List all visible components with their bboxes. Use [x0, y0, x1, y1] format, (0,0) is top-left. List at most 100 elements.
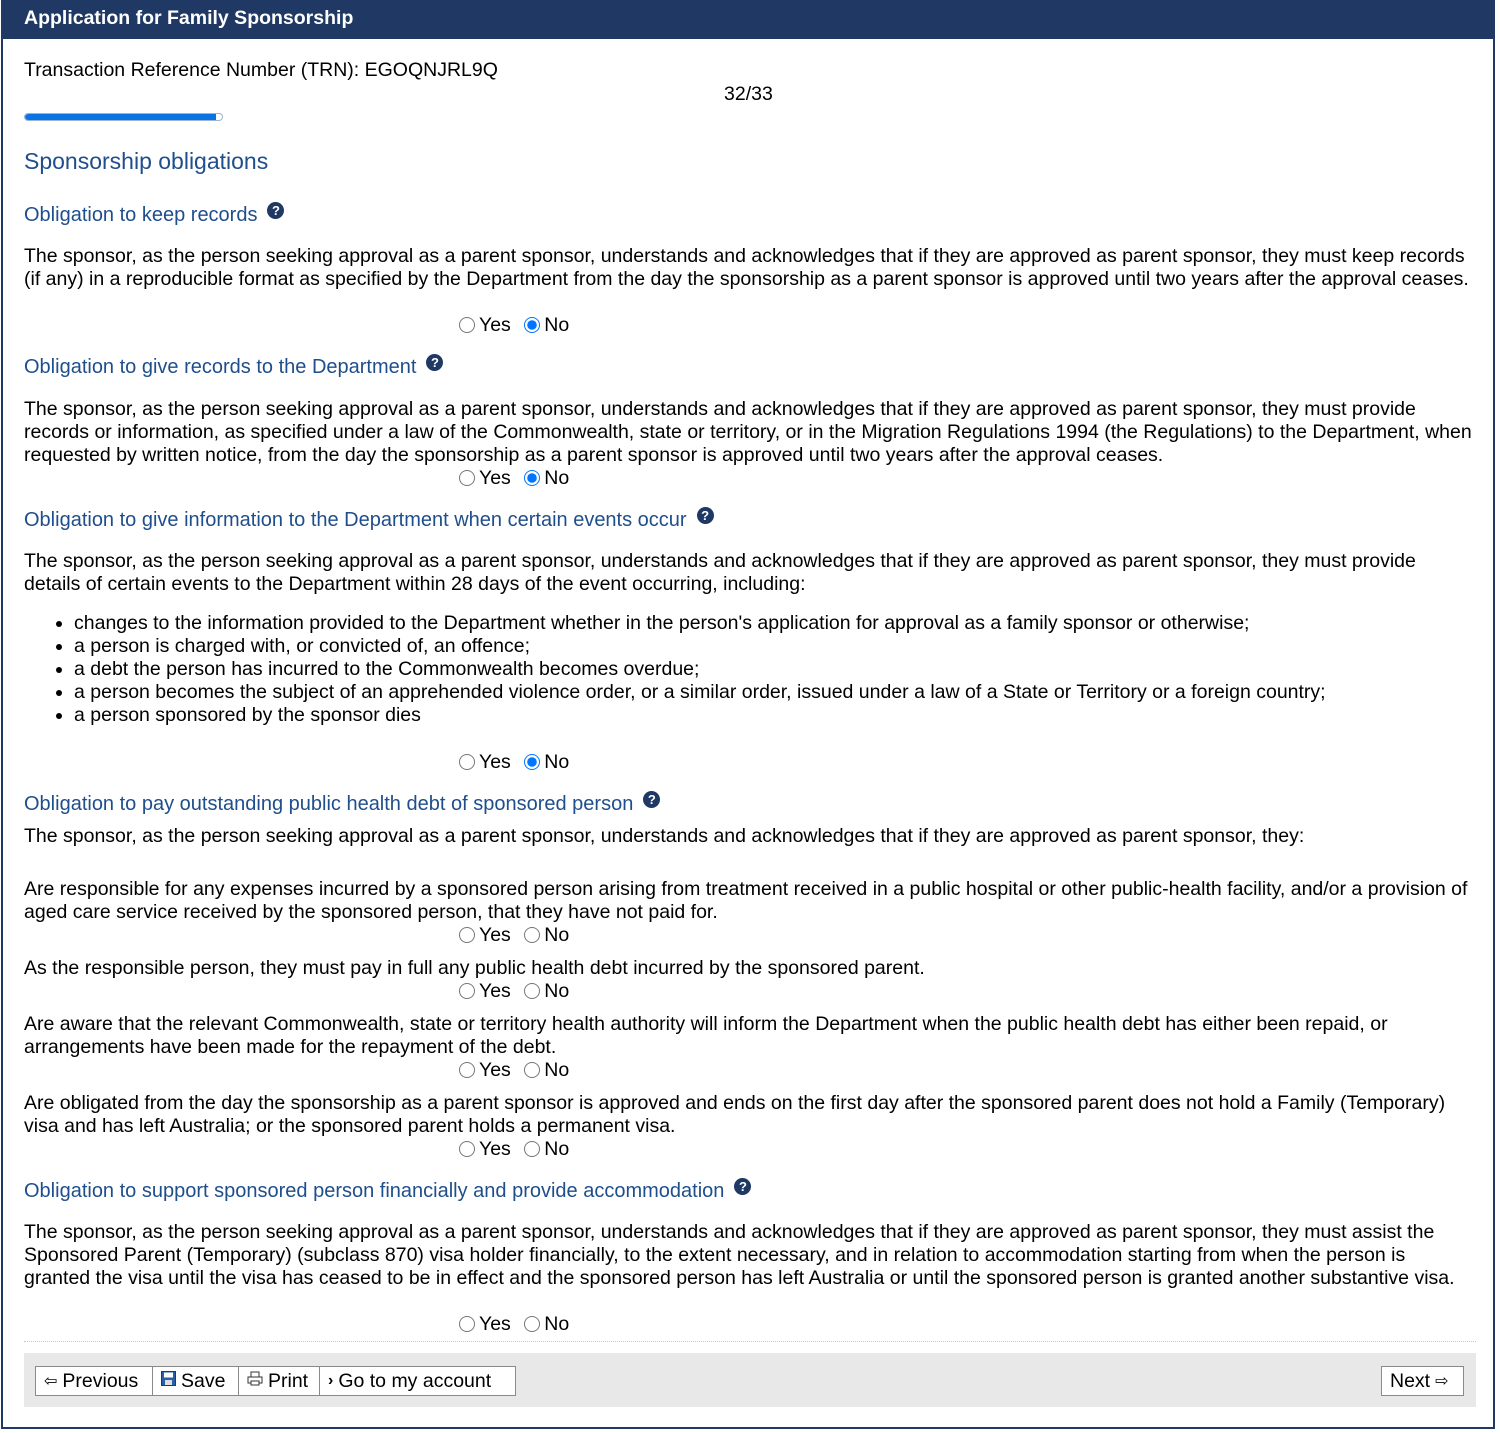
- radio-input[interactable]: [524, 1141, 541, 1157]
- radio-group-give-records: Yes No: [459, 467, 577, 491]
- radio-yes-health-debt-1[interactable]: Yes: [459, 924, 511, 946]
- heading-give-records-text: Obligation to give records to the Depart…: [24, 356, 417, 378]
- radio-input[interactable]: [524, 983, 541, 999]
- save-button[interactable]: Save: [152, 1366, 239, 1396]
- help-icon[interactable]: ?: [643, 791, 661, 808]
- radio-label: No: [544, 1059, 570, 1081]
- radio-group-health-debt-1: Yes No: [459, 924, 577, 948]
- radio-label: No: [544, 751, 570, 773]
- radio-input[interactable]: [459, 1316, 475, 1332]
- help-icon[interactable]: ?: [267, 202, 285, 219]
- radio-input[interactable]: [524, 1062, 541, 1078]
- radio-label: Yes: [479, 924, 511, 946]
- radio-label: Yes: [479, 314, 511, 336]
- previous-button[interactable]: ⇦ Previous: [35, 1366, 153, 1396]
- heading-give-records: Obligation to give records to the Depart…: [24, 354, 444, 379]
- chevron-right-icon: ›: [328, 1372, 334, 1389]
- divider: [24, 1341, 1476, 1343]
- text-keep-records: The sponsor, as the person seeking appro…: [24, 245, 1469, 290]
- heading-keep-records-text: Obligation to keep records: [24, 204, 258, 226]
- list-item: a person sponsored by the sponsor dies: [74, 704, 1326, 727]
- radio-yes-keep-records[interactable]: Yes: [459, 314, 511, 336]
- radio-yes-health-debt-4[interactable]: Yes: [459, 1138, 511, 1160]
- heading-support: Obligation to support sponsored person f…: [24, 1178, 752, 1203]
- radio-yes-give-records[interactable]: Yes: [459, 467, 511, 489]
- footer-toolbar: ⇦ Previous Save Print › Go to my account N…: [24, 1353, 1476, 1407]
- radio-group-health-debt-3: Yes No: [459, 1059, 577, 1083]
- radio-no-keep-records[interactable]: No: [524, 314, 569, 336]
- radio-input[interactable]: [459, 317, 475, 333]
- text-give-records: The sponsor, as the person seeking appro…: [24, 398, 1472, 466]
- next-button-label: Next: [1390, 1369, 1431, 1392]
- heading-give-information: Obligation to give information to the De…: [24, 507, 714, 532]
- radio-label: No: [544, 314, 570, 336]
- radio-group-health-debt-2: Yes No: [459, 980, 577, 1004]
- text-health-debt-item-1: Are responsible for any expenses incurre…: [24, 878, 1468, 923]
- print-button[interactable]: Print: [238, 1366, 320, 1396]
- save-button-label: Save: [181, 1369, 226, 1392]
- floppy-disk-icon: [161, 1371, 176, 1391]
- progress-bar: [24, 113, 223, 121]
- radio-yes-health-debt-3[interactable]: Yes: [459, 1059, 511, 1081]
- radio-no-health-debt-3[interactable]: No: [524, 1059, 569, 1081]
- radio-no-support[interactable]: No: [524, 1313, 569, 1335]
- page-title: Sponsorship obligations: [24, 148, 269, 174]
- text-health-debt-item-4: Are obligated from the day the sponsorsh…: [24, 1092, 1446, 1137]
- radio-label: No: [544, 980, 570, 1002]
- radio-input[interactable]: [459, 470, 475, 486]
- progress-bar-fill: [25, 114, 217, 120]
- radio-label: Yes: [479, 1313, 511, 1335]
- radio-no-health-debt-1[interactable]: No: [524, 924, 569, 946]
- radio-input[interactable]: [524, 754, 541, 770]
- radio-no-health-debt-2[interactable]: No: [524, 980, 569, 1002]
- list-item: a debt the person has incurred to the Co…: [74, 658, 1326, 681]
- help-icon[interactable]: ?: [734, 1178, 752, 1195]
- text-support: The sponsor, as the person seeking appro…: [24, 1221, 1455, 1289]
- radio-yes-health-debt-2[interactable]: Yes: [459, 980, 511, 1002]
- arrow-left-icon: ⇦: [44, 1373, 58, 1390]
- list-item: changes to the information provided to t…: [74, 612, 1326, 635]
- radio-input[interactable]: [459, 1141, 475, 1157]
- text-health-debt-item-2: As the responsible person, they must pay…: [24, 957, 925, 979]
- radio-no-health-debt-4[interactable]: No: [524, 1138, 569, 1160]
- radio-group-support: Yes No: [459, 1313, 577, 1337]
- radio-input[interactable]: [459, 927, 475, 943]
- radio-label: Yes: [479, 1059, 511, 1081]
- help-icon[interactable]: ?: [696, 507, 714, 524]
- text-give-information: The sponsor, as the person seeking appro…: [24, 550, 1416, 595]
- radio-group-health-debt-4: Yes No: [459, 1138, 577, 1162]
- previous-button-label: Previous: [62, 1369, 139, 1392]
- page-counter: 32/33: [724, 83, 773, 105]
- radio-input[interactable]: [524, 927, 541, 943]
- radio-group-keep-records: Yes No: [459, 314, 577, 338]
- radio-input[interactable]: [524, 317, 541, 333]
- radio-yes-give-information[interactable]: Yes: [459, 751, 511, 773]
- radio-label: Yes: [479, 980, 511, 1002]
- print-button-label: Print: [268, 1369, 309, 1392]
- application-window: Application for Family Sponsorship Trans…: [1, 0, 1495, 1429]
- next-button[interactable]: Next ⇨: [1381, 1366, 1464, 1396]
- heading-health-debt-text: Obligation to pay outstanding public hea…: [24, 793, 634, 815]
- radio-input[interactable]: [459, 983, 475, 999]
- radio-no-give-information[interactable]: No: [524, 751, 569, 773]
- radio-input[interactable]: [459, 754, 475, 770]
- trn-label: Transaction Reference Number (TRN): EGOQ…: [24, 59, 498, 81]
- heading-support-text: Obligation to support sponsored person f…: [24, 1180, 725, 1202]
- radio-yes-support[interactable]: Yes: [459, 1313, 511, 1335]
- text-health-debt-intro: The sponsor, as the person seeking appro…: [24, 825, 1305, 847]
- arrow-right-icon: ⇨: [1435, 1373, 1449, 1390]
- radio-group-give-information: Yes No: [459, 751, 577, 775]
- go-to-account-button[interactable]: › Go to my account: [319, 1366, 516, 1396]
- go-to-account-button-label: Go to my account: [338, 1369, 492, 1392]
- help-icon[interactable]: ?: [426, 354, 444, 371]
- heading-health-debt: Obligation to pay outstanding public hea…: [24, 791, 661, 816]
- printer-icon: [247, 1371, 263, 1391]
- radio-input[interactable]: [524, 470, 541, 486]
- radio-no-give-records[interactable]: No: [524, 467, 569, 489]
- radio-label: No: [544, 1313, 570, 1335]
- radio-label: Yes: [479, 751, 511, 773]
- radio-input[interactable]: [459, 1062, 475, 1078]
- radio-label: Yes: [479, 467, 511, 489]
- radio-label: Yes: [479, 1138, 511, 1160]
- radio-input[interactable]: [524, 1316, 541, 1332]
